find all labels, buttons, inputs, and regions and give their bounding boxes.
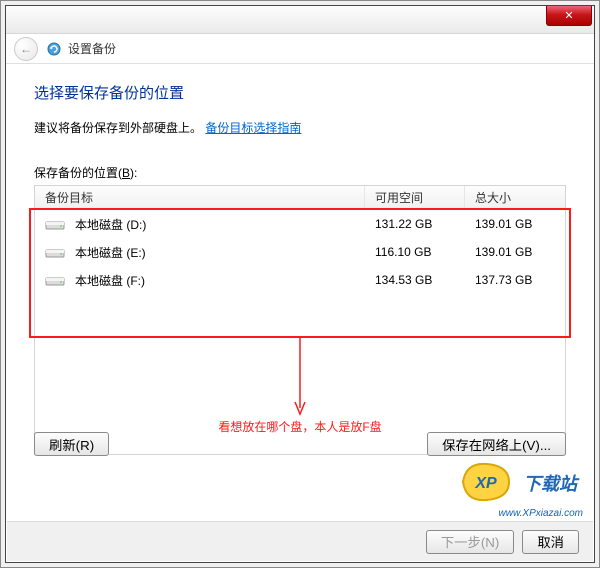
- save-on-network-button[interactable]: 保存在网络上(V)...: [427, 432, 566, 456]
- disk-name: 本地磁盘 (D:): [75, 216, 146, 233]
- disk-total: 137.73 GB: [465, 273, 565, 287]
- hard-disk-icon: [45, 273, 65, 287]
- watermark: XP 下载站 www.XPxiazai.com: [457, 458, 595, 523]
- disk-free: 131.22 GB: [365, 217, 465, 231]
- col-header-target[interactable]: 备份目标: [35, 186, 365, 209]
- backup-settings-icon: [46, 41, 62, 57]
- window-close-button[interactable]: ✕: [546, 6, 592, 26]
- backup-target-guide-link[interactable]: 备份目标选择指南: [205, 121, 301, 135]
- next-button[interactable]: 下一步(N): [426, 530, 515, 554]
- page-heading: 选择要保存备份的位置: [34, 82, 566, 103]
- location-label-pre: 保存备份的位置(: [34, 166, 122, 180]
- table-row[interactable]: 本地磁盘 (E:) 116.10 GB 139.01 GB: [35, 238, 565, 266]
- watermark-url: www.XPxiazai.com: [499, 508, 583, 519]
- location-label-accel: B: [122, 166, 130, 180]
- cancel-button[interactable]: 取消: [522, 530, 579, 554]
- svg-text:下载站: 下载站: [523, 474, 580, 494]
- disk-free: 134.53 GB: [365, 273, 465, 287]
- suggestion-text: 建议将备份保存到外部硬盘上。: [34, 121, 202, 135]
- footer-bar: 下一步(N) 取消: [7, 521, 593, 561]
- svg-text:XP: XP: [474, 475, 497, 492]
- table-row[interactable]: 本地磁盘 (F:) 134.53 GB 137.73 GB: [35, 266, 565, 294]
- location-label: 保存备份的位置(B):: [34, 164, 566, 181]
- back-arrow-icon: ←: [20, 42, 32, 56]
- disk-name: 本地磁盘 (E:): [75, 244, 146, 261]
- close-icon: ✕: [564, 9, 573, 22]
- window-title: 设置备份: [68, 40, 116, 57]
- refresh-button[interactable]: 刷新(R): [34, 432, 109, 456]
- table-row[interactable]: 本地磁盘 (D:) 131.22 GB 139.01 GB: [35, 210, 565, 238]
- col-header-free[interactable]: 可用空间: [365, 186, 465, 209]
- suggestion-row: 建议将备份保存到外部硬盘上。 备份目标选择指南: [34, 119, 566, 136]
- table-header: 备份目标 可用空间 总大小: [35, 186, 565, 210]
- location-label-post: ):: [130, 166, 137, 180]
- header-bar: ← 设置备份: [6, 34, 594, 64]
- col-header-total[interactable]: 总大小: [465, 186, 565, 209]
- disk-total: 139.01 GB: [465, 245, 565, 259]
- disk-name: 本地磁盘 (F:): [75, 272, 145, 289]
- titlebar: ✕: [6, 6, 594, 34]
- table-body: 本地磁盘 (D:) 131.22 GB 139.01 GB 本地磁盘 (E:): [35, 210, 565, 294]
- hard-disk-icon: [45, 245, 65, 259]
- backup-location-table: 备份目标 可用空间 总大小 本地磁盘 (D:) 131.22 GB 1: [34, 185, 566, 455]
- disk-total: 139.01 GB: [465, 217, 565, 231]
- back-button[interactable]: ←: [14, 37, 38, 61]
- hard-disk-icon: [45, 217, 65, 231]
- disk-free: 116.10 GB: [365, 245, 465, 259]
